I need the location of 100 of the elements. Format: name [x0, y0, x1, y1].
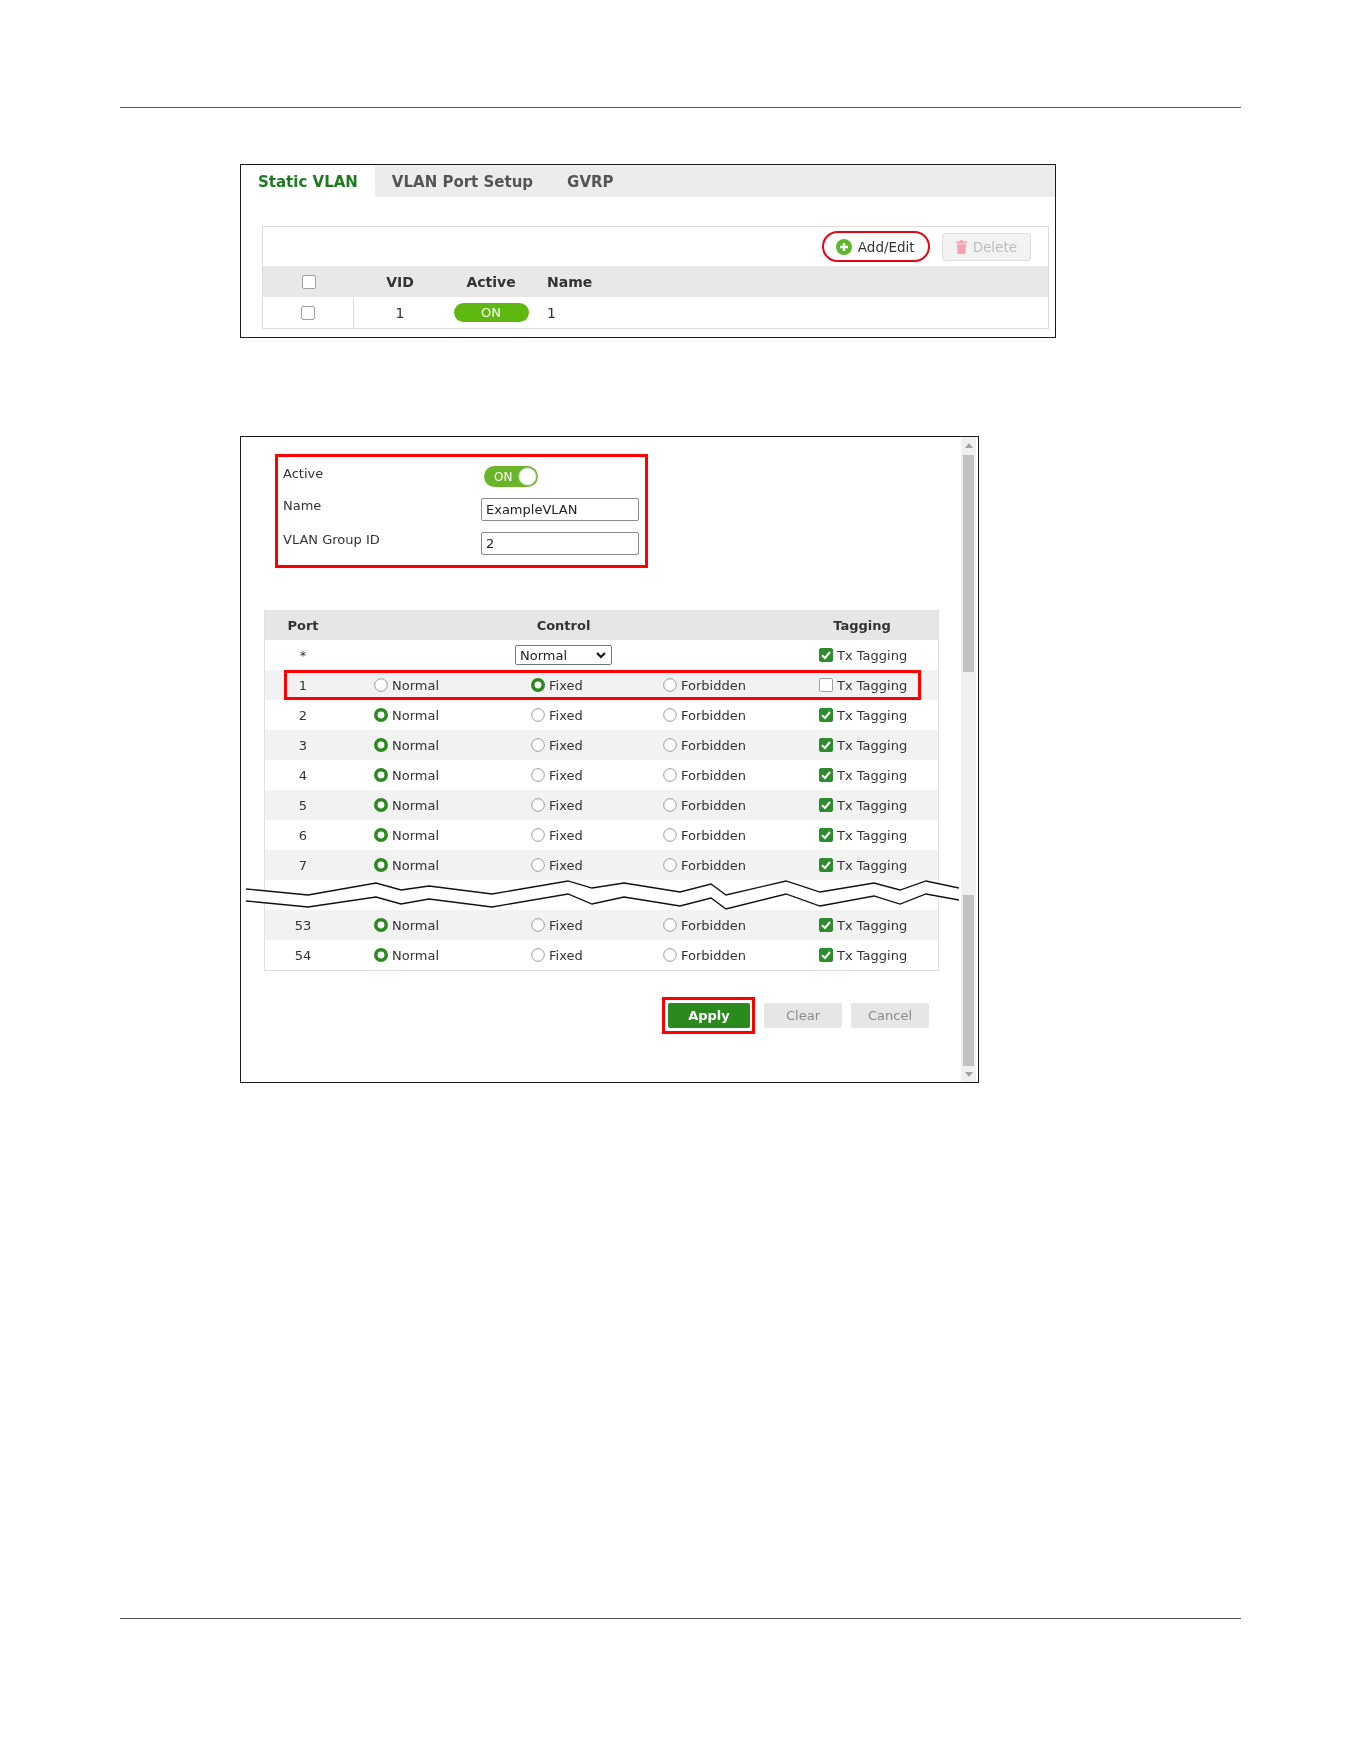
column-header: Name: [546, 273, 594, 290]
checkbox-icon[interactable]: [819, 768, 833, 782]
checkbox-option[interactable]: Tx Tagging: [819, 677, 908, 693]
checkbox-icon[interactable]: [819, 648, 833, 662]
text-field[interactable]: 2: [481, 532, 639, 555]
checkbox-icon[interactable]: [819, 858, 833, 872]
radio-icon[interactable]: [374, 768, 388, 782]
radio-option[interactable]: Normal: [374, 677, 440, 693]
checkbox-option[interactable]: Tx Tagging: [819, 707, 908, 723]
radio-icon[interactable]: [374, 948, 388, 962]
checkbox-option[interactable]: Tx Tagging: [819, 737, 908, 753]
dropdown[interactable]: Normal: [515, 645, 612, 665]
checkbox-option[interactable]: Tx Tagging: [819, 857, 908, 873]
radio-icon[interactable]: [663, 828, 677, 842]
radio-icon[interactable]: [663, 858, 677, 872]
radio-option[interactable]: Fixed: [531, 917, 583, 933]
table-cell: 54: [294, 947, 312, 963]
radio-icon[interactable]: [531, 858, 545, 872]
radio-option[interactable]: Normal: [374, 917, 440, 933]
checkbox-icon[interactable]: [819, 918, 833, 932]
table-cell: 53: [294, 917, 312, 933]
table-cell: 1: [547, 304, 556, 321]
radio-icon[interactable]: [531, 768, 545, 782]
checkbox-option[interactable]: Tx Tagging: [819, 827, 908, 843]
checkbox-option[interactable]: Tx Tagging: [819, 797, 908, 813]
radio-option[interactable]: Forbidden: [663, 827, 746, 843]
radio-icon[interactable]: [663, 738, 677, 752]
radio-option[interactable]: Normal: [374, 857, 440, 873]
radio-icon[interactable]: [374, 858, 388, 872]
checkbox-icon[interactable]: [819, 708, 833, 722]
radio-icon[interactable]: [374, 798, 388, 812]
radio-option[interactable]: Normal: [374, 947, 440, 963]
radio-option[interactable]: Fixed: [531, 857, 583, 873]
scrollbar[interactable]: [961, 437, 976, 1082]
radio-icon[interactable]: [374, 678, 388, 692]
add-edit-button[interactable]: Add/Edit: [821, 231, 930, 262]
scrollbar-thumb[interactable]: [963, 895, 974, 1066]
radio-icon[interactable]: [531, 948, 545, 962]
column-header: Control: [535, 617, 592, 633]
radio-option[interactable]: Fixed: [531, 797, 583, 813]
toggle-knob-icon: [518, 467, 537, 486]
checkbox-icon[interactable]: [819, 738, 833, 752]
radio-option[interactable]: Normal: [374, 797, 440, 813]
radio-icon[interactable]: [531, 708, 545, 722]
radio-icon[interactable]: [531, 798, 545, 812]
radio-option[interactable]: Fixed: [531, 767, 583, 783]
scroll-up-icon[interactable]: [964, 443, 973, 448]
radio-option[interactable]: Forbidden: [663, 947, 746, 963]
scroll-down-icon[interactable]: [964, 1072, 973, 1077]
radio-icon[interactable]: [663, 678, 677, 692]
radio-icon[interactable]: [663, 798, 677, 812]
plus-circle-icon: [835, 238, 852, 255]
radio-option[interactable]: Fixed: [531, 677, 583, 693]
radio-icon[interactable]: [663, 708, 677, 722]
radio-option[interactable]: Normal: [374, 767, 440, 783]
checkbox[interactable]: [301, 305, 315, 320]
radio-option[interactable]: Forbidden: [663, 917, 746, 933]
radio-option[interactable]: Forbidden: [663, 767, 746, 783]
radio-option[interactable]: Normal: [374, 827, 440, 843]
radio-icon[interactable]: [374, 738, 388, 752]
radio-option[interactable]: Forbidden: [663, 857, 746, 873]
field-label: Name: [282, 498, 323, 513]
checkbox-option[interactable]: Tx Tagging: [819, 917, 908, 933]
radio-option[interactable]: Forbidden: [663, 797, 746, 813]
radio-icon[interactable]: [374, 708, 388, 722]
radio-icon[interactable]: [663, 918, 677, 932]
tab[interactable]: VLAN Port Setup: [374, 165, 551, 197]
radio-icon[interactable]: [531, 738, 545, 752]
radio-icon[interactable]: [531, 678, 545, 692]
radio-icon[interactable]: [663, 768, 677, 782]
checkbox-icon[interactable]: [819, 678, 833, 692]
radio-option[interactable]: Fixed: [531, 827, 583, 843]
radio-icon[interactable]: [374, 828, 388, 842]
radio-icon[interactable]: [531, 918, 545, 932]
radio-option[interactable]: Fixed: [531, 737, 583, 753]
checkbox-option[interactable]: Tx Tagging: [819, 767, 908, 783]
text-field[interactable]: ExampleVLAN: [481, 498, 639, 521]
tab[interactable]: GVRP: [550, 165, 631, 197]
table-cell: 1: [298, 677, 308, 693]
checkbox-icon[interactable]: [819, 798, 833, 812]
table-cell: 7: [298, 857, 308, 873]
checkbox-icon[interactable]: [819, 948, 833, 962]
table-cell: *: [299, 647, 307, 663]
checkbox-icon[interactable]: [819, 828, 833, 842]
radio-option[interactable]: Normal: [374, 707, 440, 723]
radio-option[interactable]: Normal: [374, 737, 440, 753]
radio-option[interactable]: Fixed: [531, 947, 583, 963]
checkbox-option[interactable]: Tx Tagging: [819, 947, 908, 963]
radio-option[interactable]: Forbidden: [663, 737, 746, 753]
radio-icon[interactable]: [531, 828, 545, 842]
radio-option[interactable]: Forbidden: [663, 677, 746, 693]
tab[interactable]: Static VLAN: [241, 165, 375, 197]
checkbox-option[interactable]: Tx Tagging: [819, 647, 908, 663]
radio-option[interactable]: Forbidden: [663, 707, 746, 723]
checkbox[interactable]: [301, 274, 316, 289]
apply-button[interactable]: Apply: [668, 1003, 750, 1028]
radio-icon[interactable]: [663, 948, 677, 962]
radio-option[interactable]: Fixed: [531, 707, 583, 723]
scrollbar-thumb[interactable]: [963, 455, 974, 672]
radio-icon[interactable]: [374, 918, 388, 932]
